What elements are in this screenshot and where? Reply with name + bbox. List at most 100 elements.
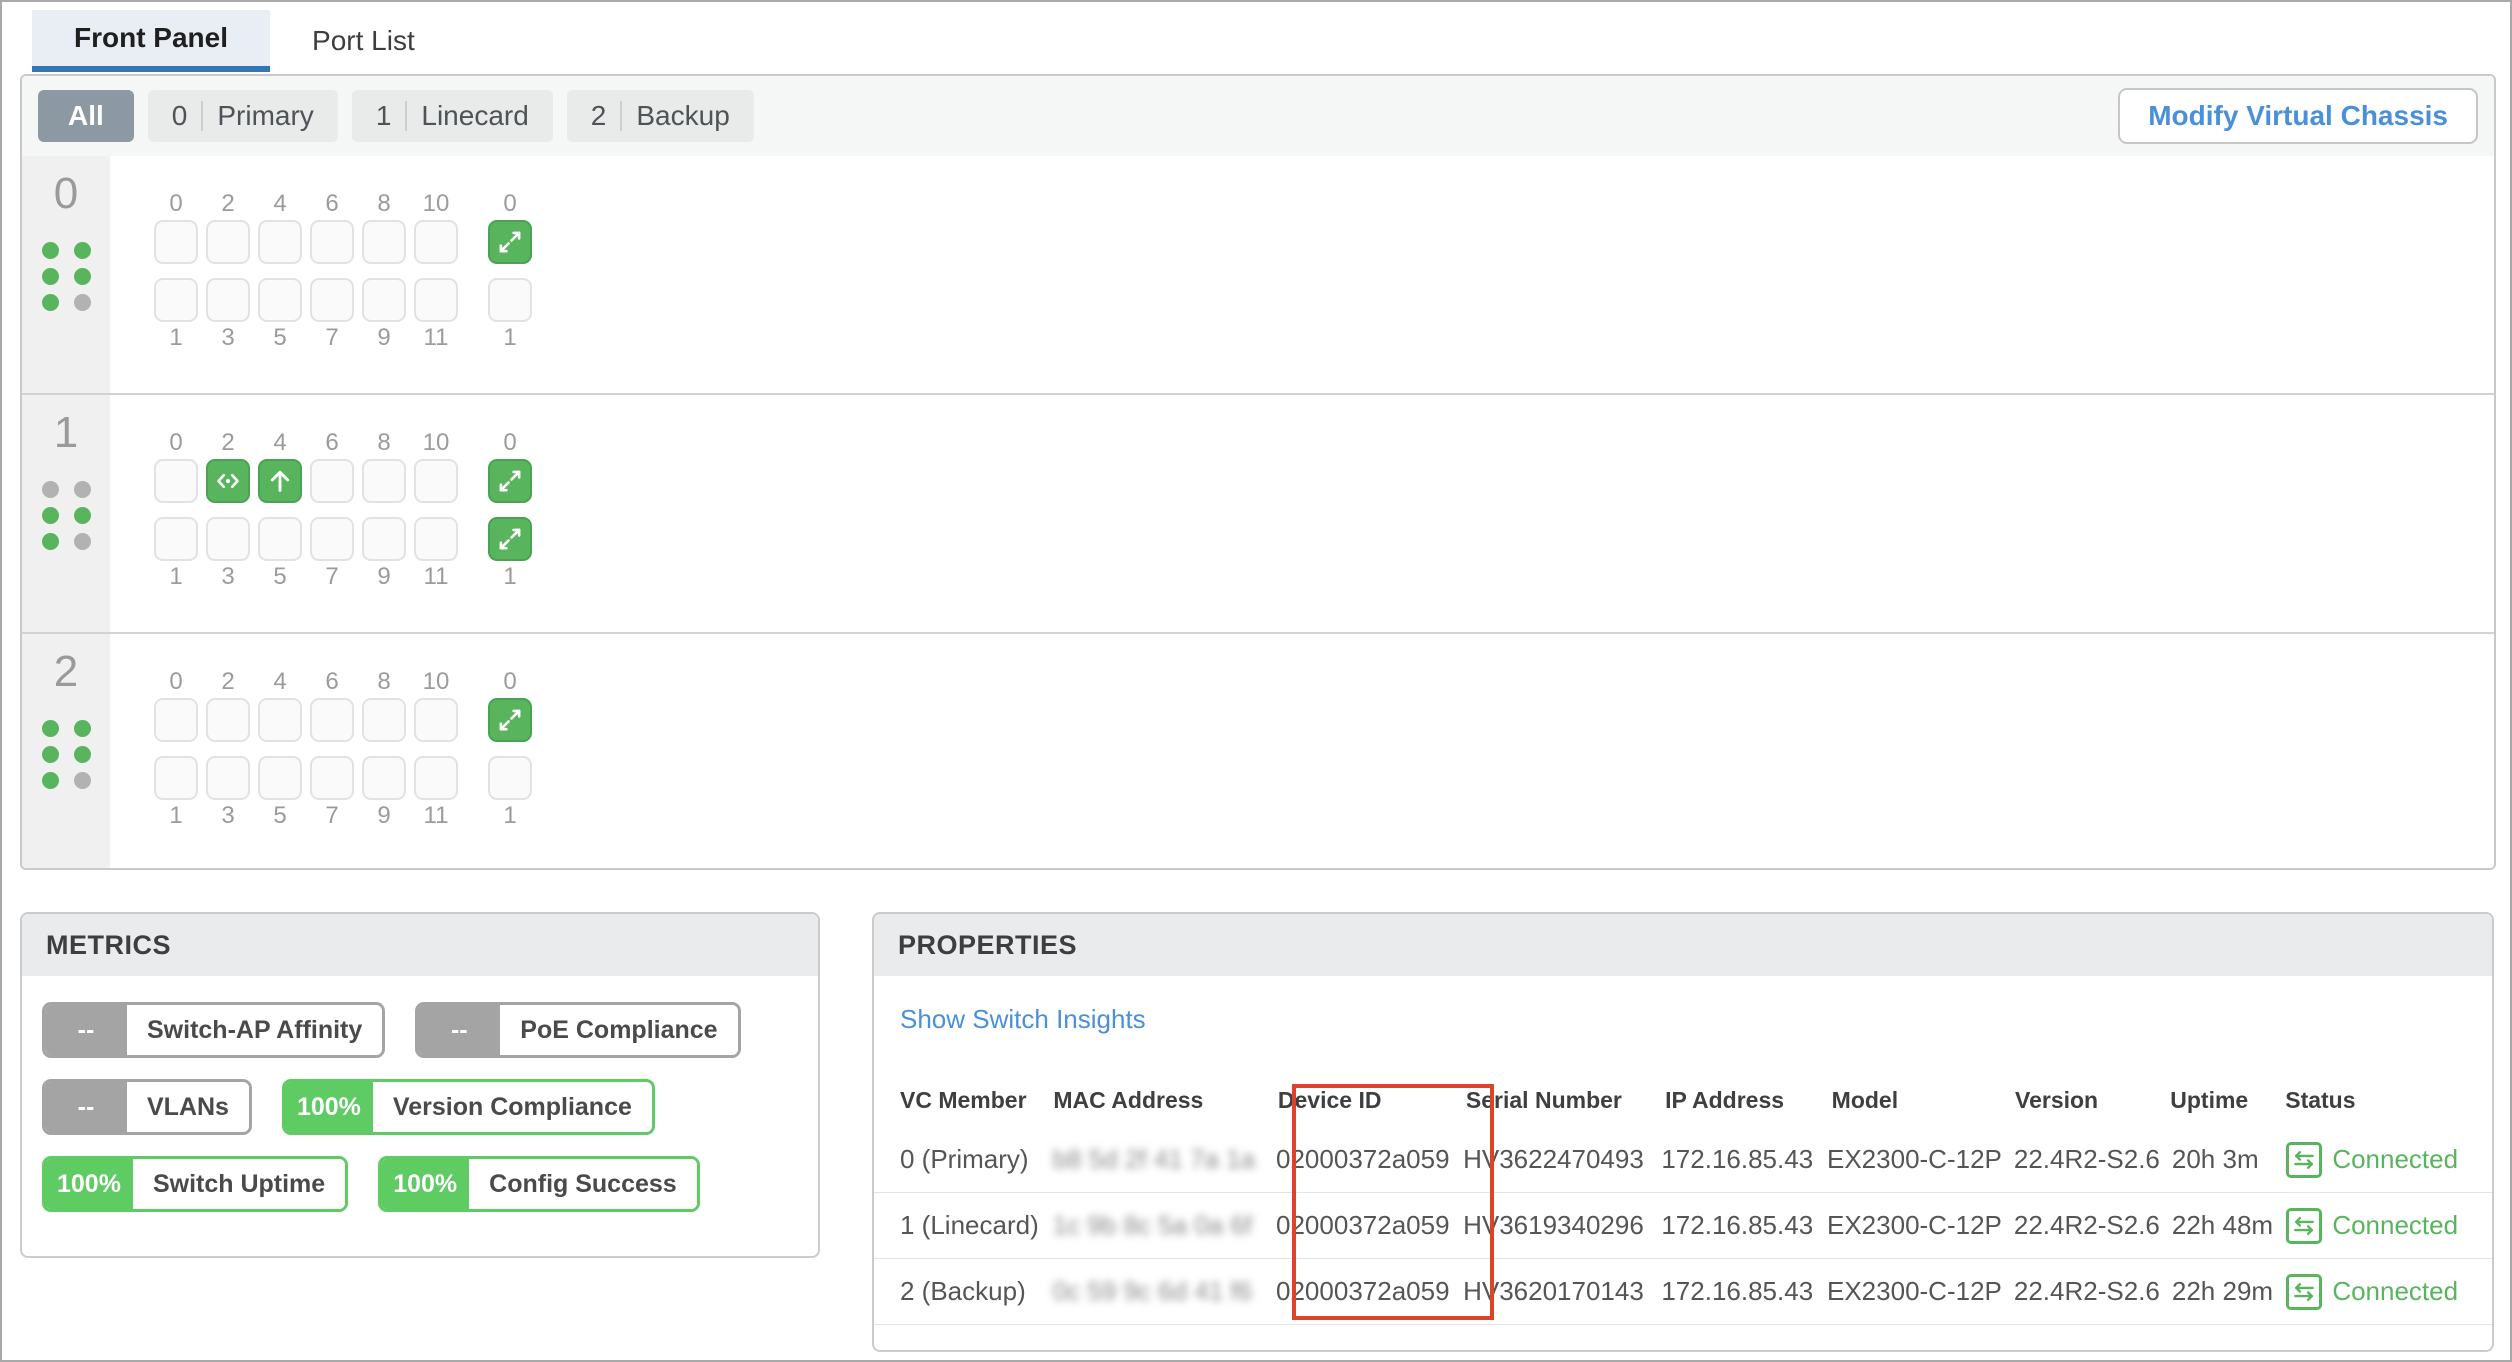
port-column: 45 [258, 668, 302, 870]
tab-bar: Front PanelPort List [32, 10, 457, 72]
port-0-2[interactable] [206, 220, 250, 264]
port-0-6[interactable] [310, 220, 354, 264]
port-2-11[interactable] [414, 756, 458, 800]
status-led-green [42, 507, 59, 524]
led-grid [42, 242, 91, 311]
metric-switch-uptime: 100%Switch Uptime [42, 1156, 348, 1212]
port-number: 7 [325, 324, 338, 352]
tab-front-panel[interactable]: Front Panel [32, 10, 270, 72]
port-1-5[interactable] [258, 517, 302, 561]
filter-1-linecard[interactable]: 1Linecard [352, 90, 553, 142]
filter-number: 2 [591, 100, 607, 132]
port-2-6[interactable] [310, 698, 354, 742]
port-column: 89 [362, 668, 406, 870]
port-0-3[interactable] [206, 278, 250, 322]
uplink-port-1-1[interactable] [488, 517, 532, 561]
redacted-mac: 1c 9b 8c 5a 0a 6f [1053, 1210, 1252, 1240]
port-1-2[interactable] [206, 459, 250, 503]
redacted-mac: b8 5d 2f 41 7a 1a [1053, 1144, 1255, 1174]
uplink-port-2-1[interactable] [488, 756, 532, 800]
port-number: 3 [221, 324, 234, 352]
modify-virtual-chassis-button[interactable]: Modify Virtual Chassis [2118, 88, 2478, 144]
metric-label: PoE Compliance [500, 1005, 737, 1055]
cell-status: Connected [2286, 1274, 2492, 1310]
port-1-4[interactable] [258, 459, 302, 503]
metrics-row: 100%Switch Uptime 100%Config Success [42, 1156, 818, 1212]
uplink-icon [495, 466, 525, 496]
port-1-0[interactable] [154, 459, 198, 503]
port-number: 4 [273, 190, 286, 218]
port-2-5[interactable] [258, 756, 302, 800]
status-led-green [42, 242, 59, 259]
metric-label: VLANs [127, 1082, 249, 1132]
uplink-column: 01 [488, 429, 532, 632]
port-0-10[interactable] [414, 220, 458, 264]
cell-model: EX2300-C-12P [1827, 1276, 2014, 1307]
port-1-8[interactable] [362, 459, 406, 503]
port-number: 11 [424, 563, 449, 591]
port-2-8[interactable] [362, 698, 406, 742]
port-column: 45 [258, 429, 302, 632]
port-2-10[interactable] [414, 698, 458, 742]
port-1-3[interactable] [206, 517, 250, 561]
uplink-port-0-0[interactable] [488, 220, 532, 264]
port-number: 1 [503, 802, 516, 830]
port-2-9[interactable] [362, 756, 406, 800]
port-0-0[interactable] [154, 220, 198, 264]
port-number: 9 [377, 802, 390, 830]
port-2-4[interactable] [258, 698, 302, 742]
member-number: 0 [54, 172, 78, 216]
port-2-1[interactable] [154, 756, 198, 800]
filter-0-primary[interactable]: 0Primary [148, 90, 338, 142]
connected-icon [2286, 1208, 2322, 1244]
port-number: 2 [221, 429, 234, 457]
uplink-port-2-0[interactable] [488, 698, 532, 742]
show-switch-insights-link[interactable]: Show Switch Insights [900, 1004, 1146, 1035]
cell-uptime: 20h 3m [2172, 1144, 2286, 1175]
uplink-port-1-0[interactable] [488, 459, 532, 503]
filter-2-backup[interactable]: 2Backup [567, 90, 754, 142]
port-0-8[interactable] [362, 220, 406, 264]
port-column: 1011 [414, 190, 458, 393]
metric-config-success: 100%Config Success [378, 1156, 700, 1212]
port-number: 1 [503, 324, 516, 352]
switch-panel-1: 10123456789101101 [22, 393, 2494, 632]
port-0-1[interactable] [154, 278, 198, 322]
port-2-2[interactable] [206, 698, 250, 742]
cell-version: 22.4R2-S2.6 [2014, 1144, 2172, 1175]
port-1-10[interactable] [414, 459, 458, 503]
port-number: 5 [273, 324, 286, 352]
table-row: 2 (Backup)0c 59 9c 6d 41 f602000372a059H… [874, 1259, 2492, 1325]
filter-all[interactable]: All [38, 90, 134, 142]
cell-vc-member: 0 (Primary) [900, 1144, 1053, 1175]
port-1-11[interactable] [414, 517, 458, 561]
tab-port-list[interactable]: Port List [270, 10, 457, 72]
port-2-0[interactable] [154, 698, 198, 742]
port-0-7[interactable] [310, 278, 354, 322]
port-1-7[interactable] [310, 517, 354, 561]
cell-uptime: 22h 29m [2172, 1276, 2286, 1307]
port-0-4[interactable] [258, 220, 302, 264]
metric-poe-compliance: --PoE Compliance [415, 1002, 740, 1058]
port-0-9[interactable] [362, 278, 406, 322]
port-number: 7 [325, 802, 338, 830]
vc-member-filter-toolbar: All 0Primary 1Linecard 2Backup Modify Virtu… [22, 76, 2494, 156]
metrics-row: --Switch-AP Affinity--PoE Compliance [42, 1002, 818, 1058]
member-strip: 2 [22, 634, 110, 870]
port-1-6[interactable] [310, 459, 354, 503]
switch-panel-0: 00123456789101101 [22, 156, 2494, 393]
port-2-7[interactable] [310, 756, 354, 800]
port-1-9[interactable] [362, 517, 406, 561]
port-number: 2 [221, 190, 234, 218]
port-0-11[interactable] [414, 278, 458, 322]
port-column: 23 [206, 668, 250, 870]
uplink-port-0-1[interactable] [488, 278, 532, 322]
port-1-1[interactable] [154, 517, 198, 561]
port-number: 0 [503, 668, 516, 696]
filter-label: All [68, 100, 104, 132]
table-header-row: VC MemberMAC AddressDevice IDSerial Numb… [874, 1073, 2492, 1127]
port-number: 10 [423, 668, 450, 696]
connected-icon [2286, 1274, 2322, 1310]
port-0-5[interactable] [258, 278, 302, 322]
port-2-3[interactable] [206, 756, 250, 800]
